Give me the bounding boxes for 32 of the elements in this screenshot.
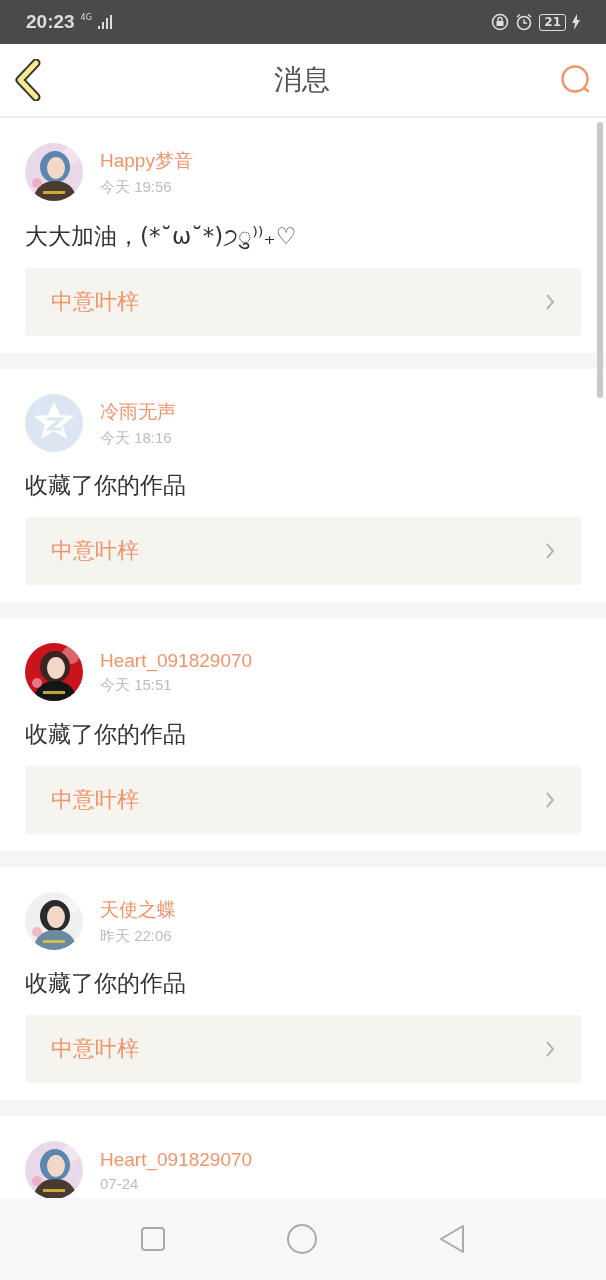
work-link[interactable]: 中意叶梓 (25, 517, 581, 585)
lock-icon (491, 13, 510, 31)
default-avatar-icon (25, 394, 83, 452)
message-text: 收藏了你的作品 (25, 471, 187, 500)
message-text: 收藏了你的作品 (25, 720, 187, 749)
network-label: 4G (80, 13, 92, 22)
chevron-icon (545, 293, 555, 311)
work-link[interactable]: 中意叶梓 (25, 1015, 581, 1083)
timestamp: 今天 15:51 (100, 675, 173, 695)
message-text: 收藏了你的作品 (25, 969, 187, 998)
user-name[interactable]: Heart_091829070 (100, 649, 253, 672)
page-title: 消息 (274, 62, 330, 98)
signal-icon (97, 15, 112, 29)
chevron-icon (545, 791, 555, 809)
timestamp: 昨天 22:06 (100, 926, 173, 946)
user-name[interactable]: 冷雨无声 (100, 398, 176, 425)
battery-indicator: 21 (539, 13, 566, 31)
chevron-icon (545, 1040, 555, 1058)
timestamp: 今天 19:56 (100, 177, 173, 197)
user-name[interactable]: Happy梦音 (100, 147, 193, 174)
message-text: 大大加油，(*˘ω˘*)੭ु⁾⁾₊♡ (25, 222, 298, 252)
chevron-icon (545, 542, 555, 560)
clock: 20:23 (26, 11, 75, 33)
search-button[interactable] (560, 64, 592, 96)
work-link[interactable]: 中意叶梓 (25, 268, 581, 336)
user-name[interactable]: Heart_091829070 (100, 1148, 253, 1171)
user-name[interactable]: 天使之蝶 (100, 896, 176, 923)
timestamp: 07-24 (100, 1174, 140, 1192)
charging-icon (572, 14, 580, 30)
work-link[interactable]: 中意叶梓 (25, 766, 581, 834)
timestamp: 今天 18:16 (100, 428, 173, 448)
alarm-icon (515, 13, 534, 31)
